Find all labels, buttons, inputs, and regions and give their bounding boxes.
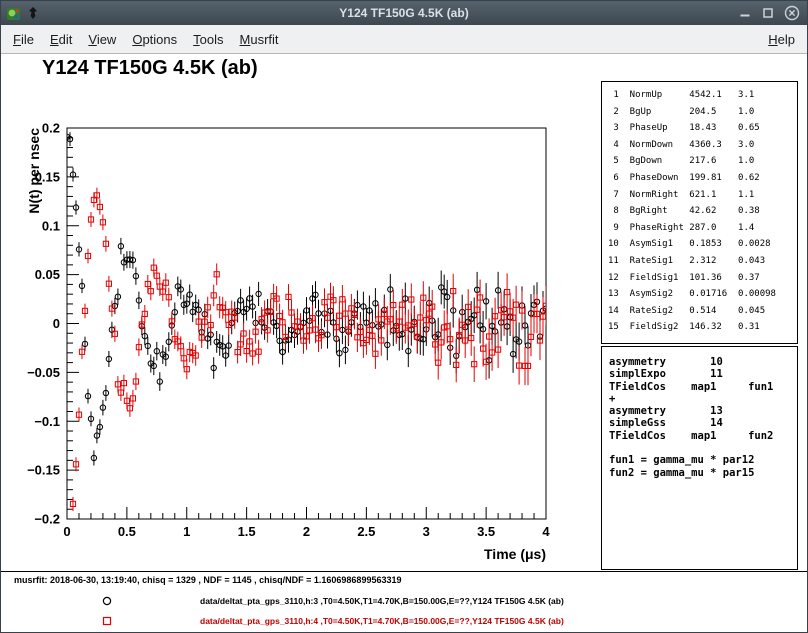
theory-line: simplExpo 11 bbox=[609, 368, 797, 380]
legend-marker-square-icon bbox=[101, 614, 113, 632]
param-row-PhaseDown: 6 PhaseDown 199.81 0.62 bbox=[608, 170, 797, 187]
param-row-FieldSig1: 12 FieldSig1 101.36 0.37 bbox=[608, 270, 797, 287]
svg-text:−0.2: −0.2 bbox=[34, 512, 60, 527]
menu-musrfit[interactable]: Musrfit bbox=[232, 28, 287, 51]
menu-options[interactable]: Options bbox=[124, 28, 185, 51]
svg-text:0: 0 bbox=[63, 524, 70, 539]
theory-line: fun1 = gamma_mu * par12 bbox=[609, 454, 797, 466]
param-row-BgRight: 8 BgRight 42.62 0.38 bbox=[608, 203, 797, 220]
param-row-AsymSig2: 13 AsymSig2 0.01716 0.00098 bbox=[608, 286, 797, 303]
param-row-NormDown: 4 NormDown 4360.3 3.0 bbox=[608, 137, 797, 154]
svg-text:−0.15: −0.15 bbox=[27, 463, 60, 478]
svg-text:0.05: 0.05 bbox=[35, 267, 60, 282]
app-window: Y124 TF150G 4.5K (ab) FileEditViewOption… bbox=[0, 0, 808, 633]
svg-text:0: 0 bbox=[53, 316, 60, 331]
svg-text:0.2: 0.2 bbox=[42, 121, 60, 136]
menu-tools[interactable]: Tools bbox=[185, 28, 231, 51]
plot-area[interactable]: 0 0.5 1 1.5 2 2.5 3 3.5 4 −0.2 −0.15 −0.1 −0.05 0 0.05… bbox=[1, 114, 571, 574]
param-row-PhaseRight: 9 PhaseRight 287.0 1.4 bbox=[608, 220, 797, 237]
menubar: FileEditViewOptionsToolsMusrfit Help bbox=[1, 25, 807, 54]
svg-text:1.5: 1.5 bbox=[238, 524, 256, 539]
svg-text:2.5: 2.5 bbox=[357, 524, 375, 539]
theory-line: simpleGss 14 bbox=[609, 417, 797, 429]
svg-text:N(t) per nsec: N(t) per nsec bbox=[26, 128, 42, 214]
window-controls bbox=[738, 5, 800, 21]
param-row-FieldSig2: 15 FieldSig2 146.32 0.31 bbox=[608, 319, 797, 336]
param-row-PhaseUp: 3 PhaseUp 18.43 0.65 bbox=[608, 120, 797, 137]
svg-text:0.5: 0.5 bbox=[118, 524, 136, 539]
svg-text:3.5: 3.5 bbox=[477, 524, 495, 539]
maximize-button[interactable] bbox=[761, 6, 775, 20]
status-divider bbox=[1, 571, 808, 572]
legend-row: data/deltat_pta_gps_3110,h:3 ,T0=4.50K,T… bbox=[1, 592, 808, 612]
theory-line: TFieldCos map1 fun1 bbox=[609, 381, 797, 393]
param-row-BgDown: 5 BgDown 217.6 1.0 bbox=[608, 153, 797, 170]
param-row-AsymSig1: 10 AsymSig1 0.1853 0.0028 bbox=[608, 236, 797, 253]
legend-label: data/deltat_pta_gps_3110,h:3 ,T0=4.50K,T… bbox=[200, 596, 564, 606]
menu-file[interactable]: File bbox=[5, 28, 42, 51]
svg-text:−0.05: −0.05 bbox=[27, 365, 60, 380]
legend-marker-circle-icon bbox=[101, 594, 113, 612]
param-row-NormUp: 1 NormUp 4542.1 3.1 bbox=[608, 87, 797, 104]
theory-line: + bbox=[609, 393, 797, 405]
svg-text:0.1: 0.1 bbox=[42, 218, 60, 233]
theory-line: TFieldCos map1 fun2 bbox=[609, 430, 797, 442]
minimize-button[interactable] bbox=[738, 6, 752, 20]
window-title: Y124 TF150G 4.5K (ab) bbox=[1, 6, 807, 20]
param-row-BgUp: 2 BgUp 204.5 1.0 bbox=[608, 104, 797, 121]
param-row-RateSig1: 11 RateSig1 2.312 0.043 bbox=[608, 253, 797, 270]
svg-text:1: 1 bbox=[183, 524, 190, 539]
fit-status-line: musrfit: 2018-06-30, 13:19:40, chisq = 1… bbox=[14, 575, 401, 585]
param-row-RateSig2: 14 RateSig2 0.514 0.045 bbox=[608, 303, 797, 320]
menu-edit[interactable]: Edit bbox=[42, 28, 80, 51]
close-button[interactable] bbox=[784, 5, 800, 21]
root-canvas: Y124 TF150G 4.5K (ab) 0 0.5 1 1.5 2 2.5 3 3.5 4 −… bbox=[1, 54, 808, 633]
theory-line: fun2 = gamma_mu * par15 bbox=[609, 467, 797, 479]
svg-text:Time (μs): Time (μs) bbox=[484, 546, 546, 562]
theory-line bbox=[609, 442, 797, 454]
svg-text:2: 2 bbox=[303, 524, 310, 539]
theory-box: asymmetry 10simplExpo 11TFieldCos map1 f… bbox=[601, 346, 798, 570]
parameter-box: 1 NormUp 4542.1 3.1 2 BgUp 204.5 1.0 3 P… bbox=[601, 81, 798, 344]
titlebar[interactable]: Y124 TF150G 4.5K (ab) bbox=[1, 1, 807, 25]
svg-text:3: 3 bbox=[423, 524, 430, 539]
plot-title: Y124 TF150G 4.5K (ab) bbox=[42, 57, 258, 80]
legend-row: data/deltat_pta_gps_3110,h:4 ,T0=4.50K,T… bbox=[1, 612, 808, 632]
app-icon bbox=[6, 6, 21, 21]
legend-label: data/deltat_pta_gps_3110,h:4 ,T0=4.50K,T… bbox=[200, 616, 564, 626]
svg-text:−0.1: −0.1 bbox=[34, 414, 60, 429]
theory-line: asymmetry 10 bbox=[609, 356, 797, 368]
svg-text:4: 4 bbox=[542, 524, 550, 539]
theory-line: asymmetry 13 bbox=[609, 405, 797, 417]
pin-icon[interactable] bbox=[27, 6, 39, 20]
param-row-NormRight: 7 NormRight 621.1 1.1 bbox=[608, 187, 797, 204]
menu-help[interactable]: Help bbox=[760, 28, 803, 51]
menu-view[interactable]: View bbox=[80, 28, 124, 51]
